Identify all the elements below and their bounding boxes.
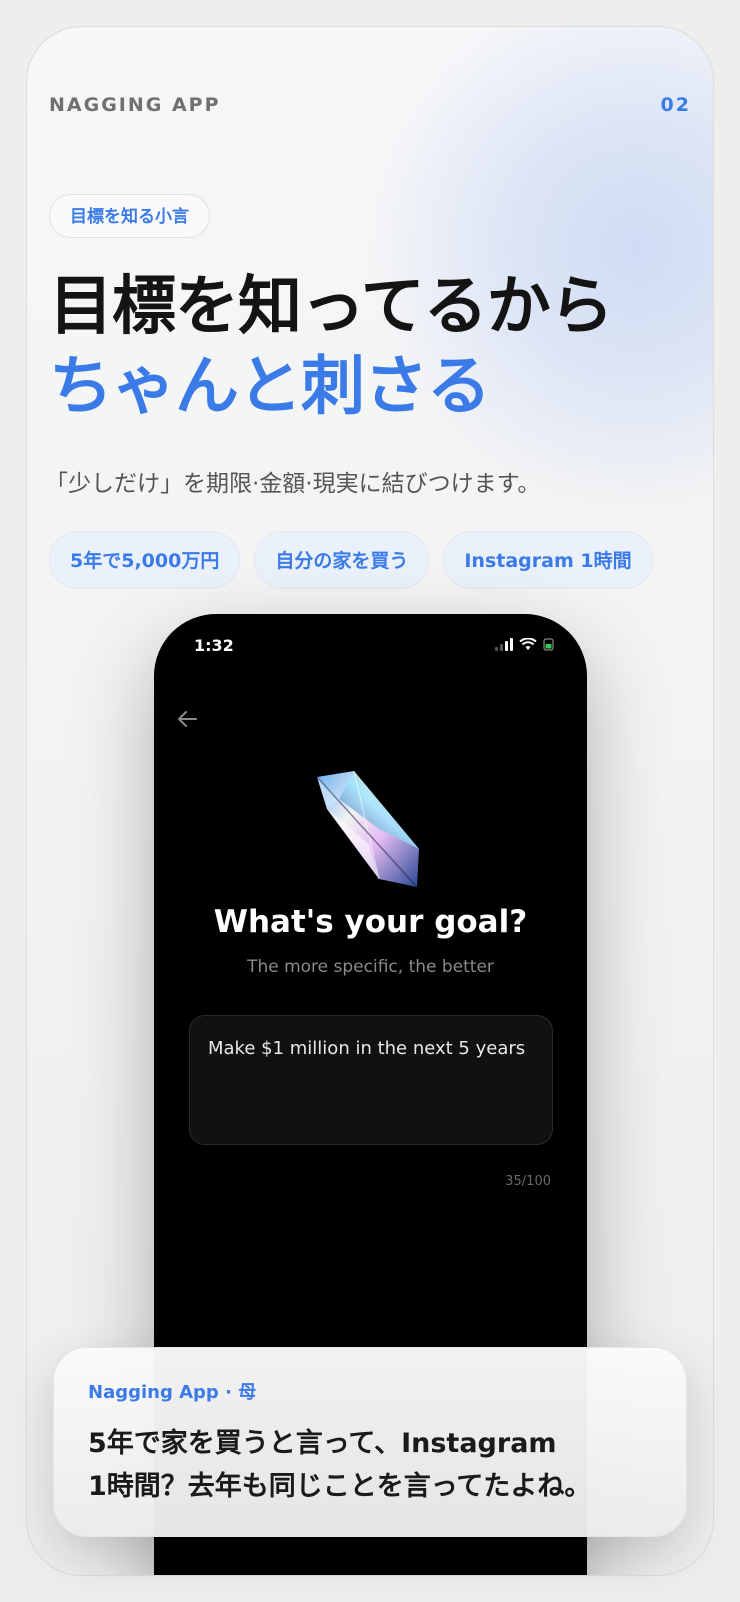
example-pills: 5年で5,000万円 自分の家を買う Instagram 1時間	[49, 531, 653, 589]
headline-line-1: 目標を知ってるから	[49, 270, 614, 344]
pill-instagram-time: Instagram 1時間	[443, 531, 653, 589]
goal-input[interactable]: Make $1 million in the next 5 years	[189, 1015, 553, 1145]
goal-title: What's your goal?	[213, 904, 528, 940]
goal-subtitle: The more specific, the better	[247, 957, 494, 977]
section-tag: 目標を知る小言	[49, 194, 210, 238]
page-number: 02	[660, 94, 691, 116]
crystal-gem-icon	[316, 770, 419, 888]
notification-banner[interactable]: Nagging App · 母 5年で家を買うと言って、Instagram 1時…	[53, 1347, 687, 1537]
status-icons	[495, 638, 555, 651]
wifi-icon	[519, 638, 537, 650]
notification-body-line-2: 1時間？去年も同じことを言ってたよね。	[88, 1471, 592, 1502]
headline-line-2: ちゃんと刺さる	[49, 350, 491, 424]
headline: 目標を知ってるから ちゃんと刺さる	[49, 267, 614, 427]
battery-icon	[543, 638, 554, 651]
pill-house-goal: 自分の家を買う	[254, 531, 430, 589]
notification-source: Nagging App · 母	[88, 1382, 257, 1403]
notification-body-line-1: 5年で家を買うと言って、Instagram	[88, 1428, 557, 1459]
brand-label: NAGGING APP	[49, 94, 221, 116]
back-arrow-icon[interactable]	[176, 709, 198, 729]
signal-icon	[495, 638, 513, 651]
slide-card: NAGGING APP 02 目標を知る小言 目標を知ってるから ちゃんと刺さる…	[26, 26, 714, 1576]
character-counter: 35/100	[505, 1174, 551, 1189]
description: 「少しだけ」を期限·金額·現実に結びつけます。	[45, 471, 541, 497]
pill-money-goal: 5年で5,000万円	[49, 531, 241, 589]
notification-body: 5年で家を買うと言って、Instagram 1時間？去年も同じことを言ってたよね…	[88, 1422, 652, 1508]
status-time: 1:32	[194, 636, 234, 655]
